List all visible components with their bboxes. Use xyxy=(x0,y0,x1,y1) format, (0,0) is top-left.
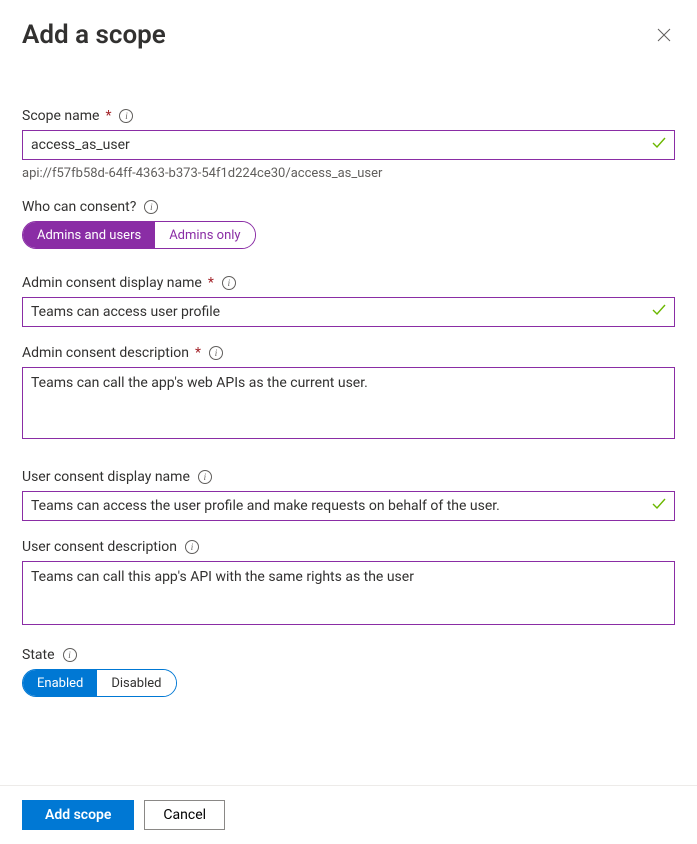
consent-option-admins-users[interactable]: Admins and users xyxy=(23,222,155,248)
close-button[interactable] xyxy=(653,24,675,46)
scope-name-label: Scope name xyxy=(22,108,99,124)
close-icon xyxy=(657,28,671,42)
admin-desc-textarea[interactable]: Teams can call the app's web APIs as the… xyxy=(22,367,675,439)
state-option-enabled[interactable]: Enabled xyxy=(23,670,97,696)
add-scope-button[interactable]: Add scope xyxy=(22,800,134,830)
panel-title: Add a scope xyxy=(22,20,166,50)
user-display-label: User consent display name xyxy=(22,469,190,485)
consent-label: Who can consent? xyxy=(22,199,136,215)
admin-display-label: Admin consent display name xyxy=(22,275,202,291)
scope-name-input[interactable] xyxy=(22,130,675,160)
scope-name-helper: api://f57fb58d-64ff-4363-b373-54f1d224ce… xyxy=(22,166,675,181)
cancel-button[interactable]: Cancel xyxy=(144,800,225,830)
info-icon[interactable]: i xyxy=(198,470,212,484)
info-icon[interactable]: i xyxy=(63,648,77,662)
footer: Add scope Cancel xyxy=(0,785,697,844)
user-desc-label: User consent description xyxy=(22,539,177,555)
info-icon[interactable]: i xyxy=(185,540,199,554)
info-icon[interactable]: i xyxy=(222,276,236,290)
user-display-input[interactable] xyxy=(22,491,675,521)
state-toggle: Enabled Disabled xyxy=(22,669,177,697)
info-icon[interactable]: i xyxy=(209,346,223,360)
info-icon[interactable]: i xyxy=(144,200,158,214)
admin-desc-label: Admin consent description xyxy=(22,345,189,361)
state-label: State xyxy=(22,647,55,663)
required-asterisk: * xyxy=(195,345,201,361)
state-option-disabled[interactable]: Disabled xyxy=(97,670,175,696)
required-asterisk: * xyxy=(208,275,214,291)
required-asterisk: * xyxy=(105,108,111,124)
admin-display-input[interactable] xyxy=(22,297,675,327)
consent-toggle: Admins and users Admins only xyxy=(22,221,256,249)
user-desc-textarea[interactable]: Teams can call this app's API with the s… xyxy=(22,561,675,625)
consent-option-admins-only[interactable]: Admins only xyxy=(155,222,254,248)
info-icon[interactable]: i xyxy=(119,109,133,123)
